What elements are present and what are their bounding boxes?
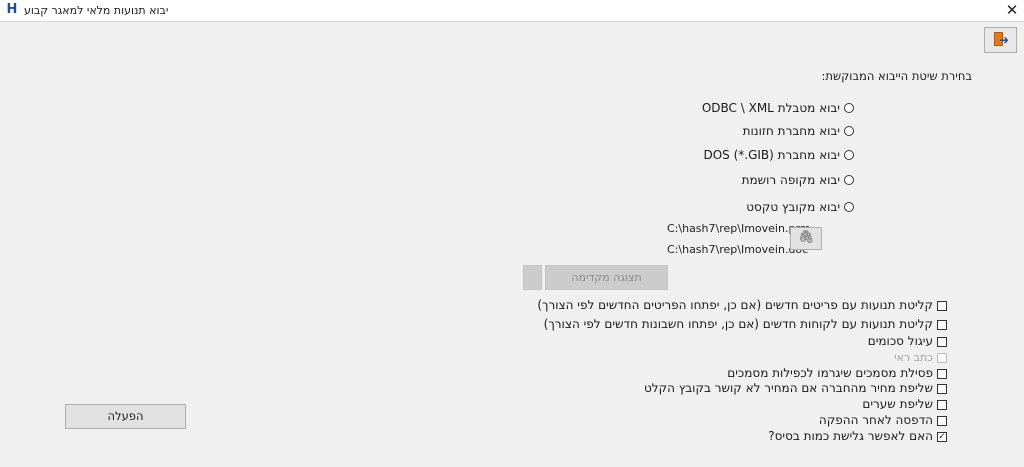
checkbox-label: פסילת מסמכים שיגרמו לכפילות מסמכים bbox=[727, 366, 933, 380]
close-icon[interactable]: ✕ bbox=[1002, 1, 1022, 20]
radio-label: יבוא מחברת DOS (*.GIB) bbox=[703, 148, 840, 162]
radio-button[interactable] bbox=[844, 150, 854, 160]
checkbox-label: האם לאפשר גלישת כמות בסיס? bbox=[768, 429, 933, 443]
checkbox[interactable] bbox=[937, 399, 947, 410]
radio-option-dos[interactable]: יבוא מחברת DOS (*.GIB) bbox=[703, 147, 854, 163]
option-new-items[interactable]: קליטת תנועות עם פריטים חדשים (אם כן, יפת… bbox=[537, 298, 947, 313]
prm-file-path: C:\hash7\rep\Imovein.prm bbox=[667, 222, 811, 235]
option-new-customers[interactable]: קליטת תנועות עם לקוחות חדשים (אם כן, יפת… bbox=[544, 317, 947, 332]
option-print-after[interactable]: הדפסה לאחר ההפקה bbox=[819, 413, 947, 428]
checkbox-label: עיגול סכומים bbox=[867, 334, 933, 348]
radio-option-hazonot[interactable]: יבוא מחברת חזונות bbox=[743, 123, 854, 139]
checkbox-label: כתב ראי bbox=[894, 351, 933, 364]
exit-arrow-icon: ➜ bbox=[999, 33, 1010, 47]
paperclip-icon: 🖇 bbox=[797, 230, 815, 245]
checkbox[interactable] bbox=[937, 368, 947, 379]
option-reject-duplicates[interactable]: פסילת מסמכים שיגרמו לכפילות מסמכים bbox=[727, 366, 947, 381]
radio-option-text-file[interactable]: יבוא מקובץ טקסט bbox=[746, 199, 854, 215]
radio-option-odbc-xml[interactable]: יבוא מטבלת ODBC \ XML bbox=[702, 100, 854, 116]
checkbox[interactable] bbox=[937, 319, 947, 330]
attach-file-button[interactable]: 🖇 bbox=[790, 227, 822, 250]
window-title: יבוא תנועות מלאי למאגר קבוע bbox=[24, 4, 169, 17]
radio-button[interactable] bbox=[844, 202, 854, 212]
radio-label: יבוא מקופה רושמת bbox=[741, 173, 840, 187]
radio-option-cash-register[interactable]: יבוא מקופה רושמת bbox=[742, 172, 854, 188]
checkbox[interactable] bbox=[937, 415, 947, 426]
checkbox[interactable] bbox=[937, 300, 947, 311]
option-fetch-rates[interactable]: שליפת שערים bbox=[862, 397, 947, 412]
checkbox-label: קליטת תנועות עם לקוחות חדשים (אם כן, יפת… bbox=[543, 317, 933, 331]
preview-aux-button bbox=[523, 265, 542, 290]
option-allow-overflow[interactable]: ✓ האם לאפשר גלישת כמות בסיס? bbox=[768, 429, 947, 444]
checkbox[interactable] bbox=[937, 383, 947, 394]
preview-button: תצוגה מקדימה bbox=[545, 265, 668, 290]
checkbox bbox=[937, 352, 947, 363]
checkbox-label: שליפת שערים bbox=[862, 397, 933, 411]
radio-button[interactable] bbox=[844, 175, 854, 185]
option-round-amounts[interactable]: עיגול סכומים bbox=[868, 334, 947, 349]
radio-label: יבוא מטבלת ODBC \ XML bbox=[701, 101, 840, 115]
exit-button[interactable]: ➜ bbox=[984, 27, 1017, 53]
radio-label: יבוא מחברת חזונות bbox=[742, 124, 840, 138]
checkbox[interactable] bbox=[937, 336, 947, 347]
radio-button[interactable] bbox=[844, 126, 854, 136]
checkbox-label: קליטת תנועות עם פריטים חדשים (אם כן, יפת… bbox=[537, 298, 933, 312]
import-method-heading: בחירת שיטת הייבוא המבוקשת: bbox=[821, 69, 972, 83]
option-mirror-text: כתב ראי bbox=[894, 350, 947, 365]
checkbox-label: שליפת מחיר מהחברה אם המחיר לא קושר בקובץ… bbox=[644, 381, 933, 395]
radio-button[interactable] bbox=[844, 103, 854, 113]
doc-file-path: C:\hash7\rep\Imovein.doc bbox=[667, 243, 809, 256]
radio-label: יבוא מקובץ טקסט bbox=[746, 200, 840, 214]
run-button[interactable]: הפעלה bbox=[65, 404, 186, 429]
checkbox-label: הדפסה לאחר ההפקה bbox=[818, 413, 933, 427]
app-logo-icon: H bbox=[6, 2, 18, 17]
checkbox-checked[interactable]: ✓ bbox=[937, 431, 947, 442]
option-fetch-price[interactable]: שליפת מחיר מהחברה אם המחיר לא קושר בקובץ… bbox=[644, 381, 947, 396]
